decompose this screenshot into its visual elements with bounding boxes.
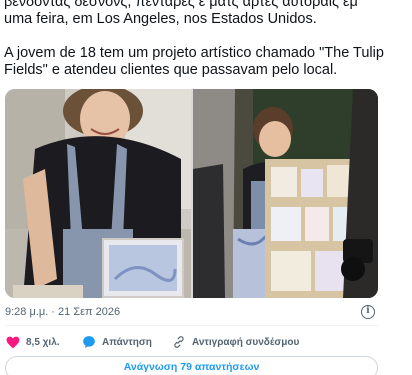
read-replies-button[interactable]: Ανάγνωση 79 απαντήσεων [5, 356, 378, 375]
like-count: 8,5 χιλ. [26, 336, 60, 348]
divider [5, 325, 378, 326]
photo-girl-with-drawing[interactable] [5, 89, 191, 298]
tweet-line-1: βενδοντας δεσνονς, πενταρες ε ματς αρτες… [4, 0, 358, 10]
link-icon [171, 335, 186, 350]
reply-bubble-icon [81, 335, 96, 350]
tweet-line-2: uma feira, em Los Angeles, nos Estados U… [4, 11, 317, 27]
like-button[interactable]: 8,5 χιλ. [5, 333, 60, 351]
photo-art-stall[interactable] [193, 89, 378, 298]
copy-link-label: Αντιγραφή συνδέσμου [192, 336, 300, 348]
tweet-meta: 9:28 μ.μ. · 21 Σεπ 2026 i [5, 304, 378, 322]
tweet-paragraph-1: βενδοντας δεσνονς, πενταρες ε ματς αρτες… [4, 0, 404, 28]
reply-label: Απάντηση [102, 336, 152, 348]
reply-button[interactable]: Απάντηση [81, 333, 152, 351]
action-bar: 8,5 χιλ. Απάντηση Αντιγραφή συνδέσμου [5, 333, 378, 351]
copy-link-button[interactable]: Αντιγραφή συνδέσμου [171, 333, 299, 351]
tweet-paragraph-2: A jovem de 18 tem um projeto artístico c… [4, 45, 384, 78]
tweet-media[interactable] [5, 89, 378, 298]
info-icon[interactable]: i [361, 305, 375, 319]
timestamp[interactable]: 9:28 μ.μ. · 21 Σεπ 2026 [5, 306, 120, 318]
heart-icon [5, 335, 20, 350]
